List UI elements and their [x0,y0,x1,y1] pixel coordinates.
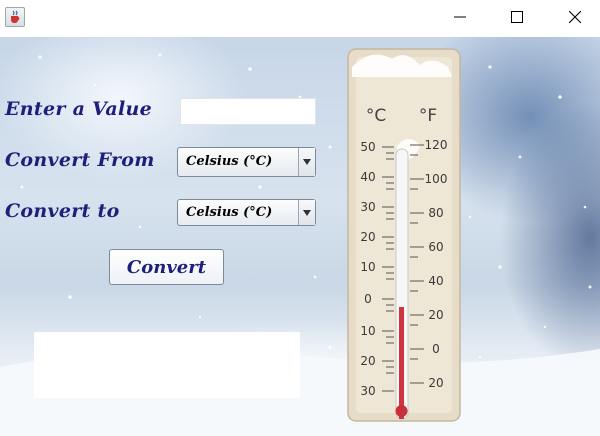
maximize-icon [511,11,523,23]
convert-from-label: Convert From [5,149,155,171]
celsius-tick: 20 [360,354,375,368]
celsius-tick: 40 [360,170,375,184]
convert-button[interactable]: Convert [109,249,224,285]
celsius-tick: 10 [360,260,375,274]
fahrenheit-tick: 20 [428,376,443,390]
minimize-icon [454,16,466,18]
minimize-button[interactable] [437,0,483,34]
fahrenheit-tick: 80 [428,206,443,220]
convert-to-label: Convert to [5,200,120,222]
celsius-tick: 30 [360,384,375,398]
chevron-down-icon[interactable] [298,200,315,225]
fahrenheit-unit: °F [419,106,437,126]
convert-from-value: Celsius (°C) [186,154,273,169]
content-area: °C °F 50 40 30 20 10 0 10 20 30 120 100 … [0,37,600,436]
title-bar [0,0,600,37]
fahrenheit-tick: 0 [432,342,440,356]
fahrenheit-tick: 60 [428,240,443,254]
fahrenheit-tick: 100 [425,172,448,186]
value-input[interactable] [180,98,316,125]
result-output [34,332,300,398]
celsius-tick: 0 [364,292,372,306]
thermometer: °C °F 50 40 30 20 10 0 10 20 30 120 100 … [347,48,461,422]
celsius-unit: °C [366,106,386,126]
app-window: °C °F 50 40 30 20 10 0 10 20 30 120 100 … [0,0,600,436]
convert-to-select[interactable]: Celsius (°C) [177,199,316,226]
celsius-tick: 10 [360,324,375,338]
fahrenheit-tick: 120 [425,138,448,152]
celsius-tick: 50 [360,140,375,154]
convert-from-select[interactable]: Celsius (°C) [177,147,316,177]
fahrenheit-tick: 20 [428,308,443,322]
close-button[interactable] [552,0,598,34]
java-cup-icon [5,7,25,27]
maximize-button[interactable] [494,0,540,34]
convert-to-value: Celsius (°C) [186,205,273,220]
chevron-down-icon[interactable] [298,148,315,176]
close-icon [569,11,581,23]
celsius-tick: 20 [360,230,375,244]
fahrenheit-tick: 40 [428,274,443,288]
celsius-tick: 30 [360,200,375,214]
enter-value-label: Enter a Value [5,98,153,120]
